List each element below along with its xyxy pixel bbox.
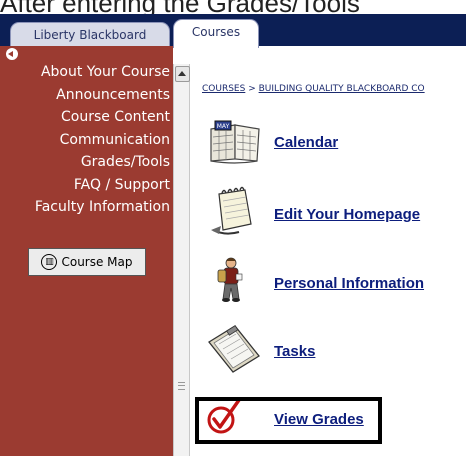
collapse-menu-icon[interactable] — [6, 48, 18, 60]
edit-homepage-row: Edit Your Homepage — [205, 186, 466, 244]
notepad-icon[interactable] — [205, 186, 263, 238]
calendar-icon[interactable]: MAY — [205, 115, 263, 167]
menu-item-grades-tools[interactable]: Grades/Tools — [35, 151, 170, 174]
course-map-label: Course Map — [61, 255, 133, 269]
personal-information-row: Personal Information — [205, 255, 466, 313]
personal-information-link[interactable]: Personal Information — [274, 275, 424, 292]
course-map-button[interactable]: ▥ Course Map — [28, 248, 146, 276]
caption-text: After entering the Grades/Tools — [0, 0, 466, 14]
breadcrumb-courses-link[interactable]: COURSES — [202, 84, 245, 94]
tab-courses[interactable]: Courses — [173, 19, 259, 48]
edit-homepage-link[interactable]: Edit Your Homepage — [274, 206, 420, 223]
scroll-grip-icon[interactable] — [178, 382, 185, 390]
calendar-link[interactable]: Calendar — [274, 134, 338, 151]
course-menu: About Your Course Announcements Course C… — [35, 61, 170, 219]
menu-item-about-your-course[interactable]: About Your Course — [35, 61, 170, 84]
breadcrumb-current-link[interactable]: BUILDING QUALITY BLACKBOARD CO — [259, 84, 425, 94]
calendar-row: MAY Calendar — [205, 115, 466, 173]
breadcrumb: COURSES > BUILDING QUALITY BLACKBOARD CO — [202, 84, 425, 94]
view-grades-highlight-box — [195, 397, 382, 444]
menu-item-course-content[interactable]: Course Content — [35, 106, 170, 129]
map-icon: ▥ — [41, 253, 58, 270]
menu-item-faculty-information[interactable]: Faculty Information — [35, 196, 170, 219]
menu-item-faq-support[interactable]: FAQ / Support — [35, 174, 170, 197]
svg-text:MAY: MAY — [217, 123, 230, 130]
scroll-up-arrow-icon[interactable] — [175, 66, 190, 82]
menu-item-announcements[interactable]: Announcements — [35, 84, 170, 107]
menu-item-communication[interactable]: Communication — [35, 129, 170, 152]
clipboard-icon[interactable] — [205, 322, 263, 374]
tab-liberty-blackboard[interactable]: Liberty Blackboard — [10, 22, 170, 47]
tasks-link[interactable]: Tasks — [274, 343, 315, 360]
course-menu-panel: About Your Course Announcements Course C… — [0, 46, 173, 456]
tasks-row: Tasks — [205, 322, 466, 380]
breadcrumb-separator: > — [245, 84, 259, 94]
person-icon[interactable] — [205, 255, 263, 307]
menu-scrollbar[interactable] — [173, 64, 190, 456]
